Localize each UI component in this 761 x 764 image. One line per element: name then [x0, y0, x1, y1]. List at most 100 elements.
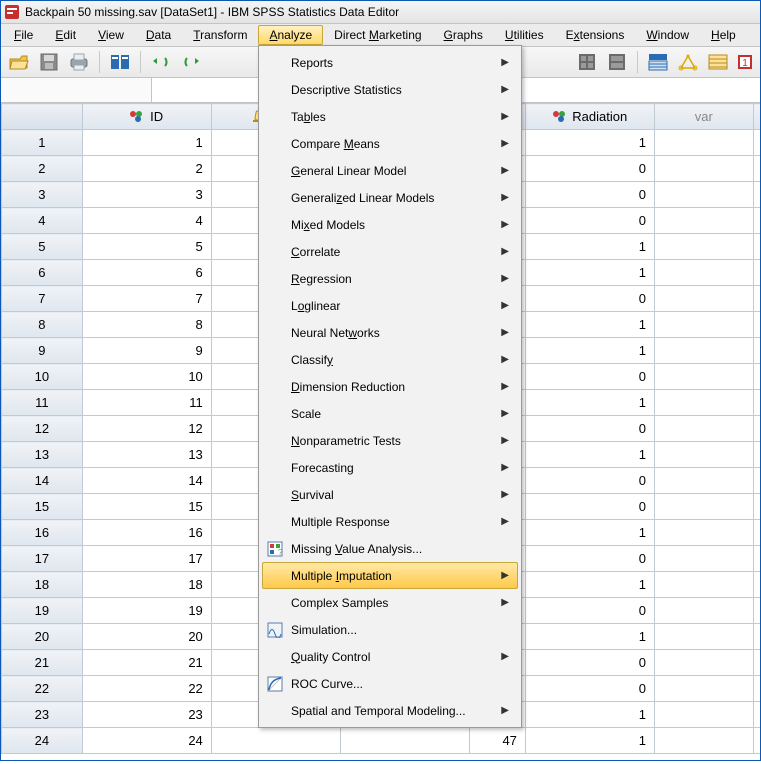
cell-hidden[interactable]	[340, 728, 469, 754]
cell-empty[interactable]	[654, 182, 753, 208]
cell-empty[interactable]	[654, 494, 753, 520]
cell-radiation[interactable]: 1	[525, 338, 654, 364]
col-header-var2[interactable]: var	[753, 104, 760, 130]
cell-id[interactable]: 6	[82, 260, 211, 286]
row-header[interactable]: 1	[2, 130, 83, 156]
cell-empty[interactable]	[753, 130, 760, 156]
row-header[interactable]: 9	[2, 338, 83, 364]
menu-graphs[interactable]: Graphs	[433, 25, 494, 45]
tool-redo[interactable]	[177, 49, 205, 75]
cell-empty[interactable]	[753, 702, 760, 728]
row-header[interactable]: 10	[2, 364, 83, 390]
cell-empty[interactable]	[753, 286, 760, 312]
cell-empty[interactable]	[753, 728, 760, 754]
cell-empty[interactable]	[654, 234, 753, 260]
cell-empty[interactable]	[654, 312, 753, 338]
cell-empty[interactable]	[753, 182, 760, 208]
cell-empty[interactable]	[654, 572, 753, 598]
menu-item-descriptive-statistics[interactable]: Descriptive Statistics▶	[262, 76, 518, 103]
row-header[interactable]: 14	[2, 468, 83, 494]
menu-analyze[interactable]: Analyze	[258, 25, 323, 45]
menu-window[interactable]: Window	[635, 25, 700, 45]
cell-empty[interactable]	[753, 494, 760, 520]
cell-pain[interactable]	[211, 728, 340, 754]
cell-radiation[interactable]: 1	[525, 390, 654, 416]
cell-id[interactable]: 20	[82, 624, 211, 650]
menu-direct-marketing[interactable]: Direct Marketing	[323, 25, 432, 45]
row-header[interactable]: 7	[2, 286, 83, 312]
menu-help[interactable]: Help	[700, 25, 747, 45]
row-header[interactable]: 6	[2, 260, 83, 286]
cell-radiation[interactable]: 0	[525, 364, 654, 390]
cell-empty[interactable]	[654, 728, 753, 754]
cell-empty[interactable]	[654, 156, 753, 182]
cell-radiation[interactable]: 0	[525, 546, 654, 572]
cell-radiation[interactable]: 0	[525, 676, 654, 702]
cell-id[interactable]: 9	[82, 338, 211, 364]
cell-empty[interactable]	[753, 338, 760, 364]
cell-empty[interactable]	[654, 338, 753, 364]
cell-id[interactable]: 5	[82, 234, 211, 260]
cell-id[interactable]: 18	[82, 572, 211, 598]
cell-address-box[interactable]	[1, 78, 152, 102]
tool-badge[interactable]: 1	[734, 49, 756, 75]
tool-grid-b[interactable]	[603, 49, 631, 75]
cell-radiation[interactable]: 0	[525, 208, 654, 234]
tool-print[interactable]	[65, 49, 93, 75]
col-header-id[interactable]: ID	[82, 104, 211, 130]
cell-h[interactable]: 47	[469, 728, 525, 754]
cell-radiation[interactable]: 1	[525, 234, 654, 260]
cell-radiation[interactable]: 0	[525, 598, 654, 624]
menu-transform[interactable]: Transform	[182, 25, 258, 45]
cell-id[interactable]: 21	[82, 650, 211, 676]
cell-radiation[interactable]: 0	[525, 416, 654, 442]
menu-item-general-linear-model[interactable]: General Linear Model▶	[262, 157, 518, 184]
menu-item-roc-curve[interactable]: ROC Curve...	[262, 670, 518, 697]
cell-empty[interactable]	[654, 702, 753, 728]
cell-radiation[interactable]: 1	[525, 572, 654, 598]
table-row[interactable]: 2424471	[2, 728, 761, 754]
cell-id[interactable]: 23	[82, 702, 211, 728]
cell-radiation[interactable]: 0	[525, 156, 654, 182]
cell-empty[interactable]	[654, 650, 753, 676]
cell-radiation[interactable]: 0	[525, 468, 654, 494]
tool-value-labels[interactable]	[704, 49, 732, 75]
menu-data[interactable]: Data	[135, 25, 182, 45]
cell-empty[interactable]	[654, 286, 753, 312]
cell-id[interactable]: 19	[82, 598, 211, 624]
cell-radiation[interactable]: 0	[525, 650, 654, 676]
row-header[interactable]: 8	[2, 312, 83, 338]
cell-empty[interactable]	[753, 234, 760, 260]
cell-id[interactable]: 4	[82, 208, 211, 234]
cell-id[interactable]: 7	[82, 286, 211, 312]
row-header[interactable]: 19	[2, 598, 83, 624]
cell-radiation[interactable]: 0	[525, 494, 654, 520]
cell-empty[interactable]	[654, 416, 753, 442]
col-header-var[interactable]: var	[654, 104, 753, 130]
analyze-menu[interactable]: Reports▶Descriptive Statistics▶Tables▶Co…	[258, 45, 522, 728]
menu-utilities[interactable]: Utilities	[494, 25, 555, 45]
cell-id[interactable]: 11	[82, 390, 211, 416]
cell-id[interactable]: 3	[82, 182, 211, 208]
cell-empty[interactable]	[753, 676, 760, 702]
cell-radiation[interactable]: 1	[525, 728, 654, 754]
cell-id[interactable]: 10	[82, 364, 211, 390]
cell-radiation[interactable]: 1	[525, 624, 654, 650]
row-header[interactable]: 21	[2, 650, 83, 676]
cell-id[interactable]: 13	[82, 442, 211, 468]
menu-item-missing-value-analysis[interactable]: ?Missing Value Analysis...	[262, 535, 518, 562]
cell-empty[interactable]	[654, 676, 753, 702]
row-header[interactable]: 22	[2, 676, 83, 702]
menu-item-complex-samples[interactable]: Complex Samples▶	[262, 589, 518, 616]
cell-empty[interactable]	[654, 520, 753, 546]
row-header[interactable]: 16	[2, 520, 83, 546]
menu-item-quality-control[interactable]: Quality Control▶	[262, 643, 518, 670]
cell-radiation[interactable]: 0	[525, 182, 654, 208]
cell-radiation[interactable]: 1	[525, 260, 654, 286]
cell-empty[interactable]	[654, 546, 753, 572]
menu-edit[interactable]: Edit	[44, 25, 87, 45]
tool-grid-a[interactable]	[573, 49, 601, 75]
cell-empty[interactable]	[753, 364, 760, 390]
cell-id[interactable]: 1	[82, 130, 211, 156]
menu-item-reports[interactable]: Reports▶	[262, 49, 518, 76]
